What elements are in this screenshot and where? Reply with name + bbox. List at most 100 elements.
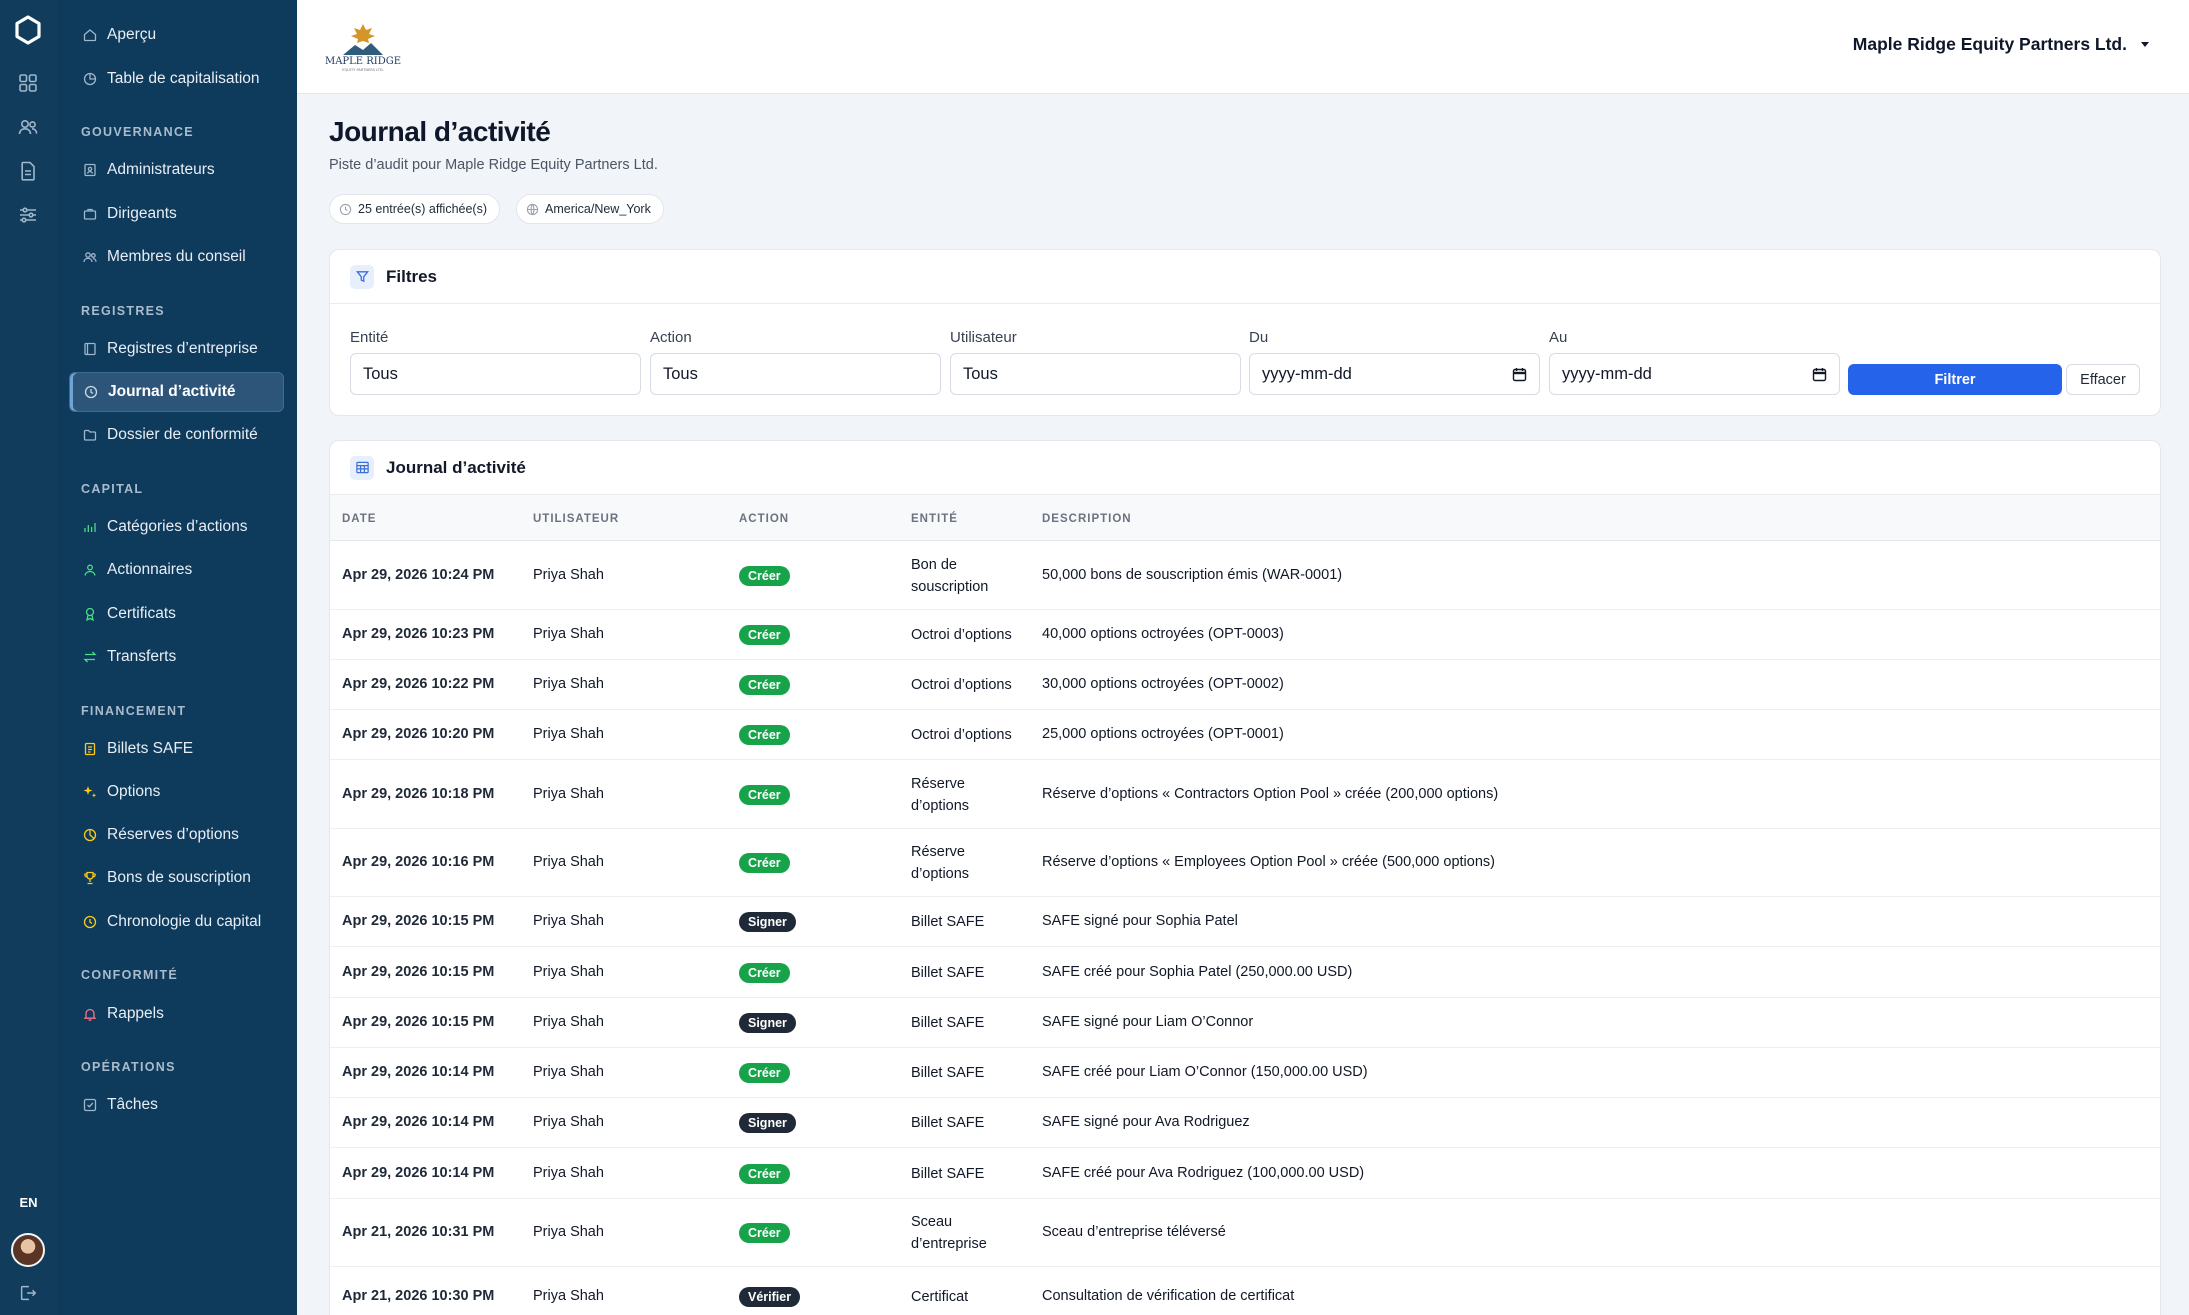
table-row[interactable]: Apr 29, 2026 10:20 PM Priya Shah Créer Octr… xyxy=(330,710,2160,760)
cell-user: Priya Shah xyxy=(533,676,604,692)
sidebar-item-label: Réserves d’options xyxy=(107,826,239,843)
page-title: Journal d’activité xyxy=(329,116,551,147)
calendar-icon[interactable] xyxy=(1512,367,1527,382)
sidebar-item-dirigeants[interactable]: Dirigeants xyxy=(69,194,284,234)
table-row[interactable]: Apr 21, 2026 10:31 PM Priya Shah Créer Scea… xyxy=(330,1199,2160,1267)
cell-date: Apr 29, 2026 10:14 PM xyxy=(342,1114,495,1130)
home-icon xyxy=(83,29,97,42)
table-card-header: Journal d’activité xyxy=(330,441,2160,495)
table-row[interactable]: Apr 21, 2026 10:30 PM Priya Shah Vérifier C… xyxy=(330,1267,2160,1315)
sidebar-item-taches[interactable]: Tâches xyxy=(69,1085,284,1125)
sidebar-item-registres-entreprise[interactable]: Registres d’entreprise xyxy=(69,329,284,369)
table-title: Journal d’activité xyxy=(386,457,526,477)
cell-user: Priya Shah xyxy=(533,726,604,742)
cell-date: Apr 29, 2026 10:15 PM xyxy=(342,913,495,929)
table-header: DATE UTILISATEUR ACTION ENTITÉ DESCRIPTI… xyxy=(330,495,2160,541)
cell-entity: Octroi d’options xyxy=(911,627,1012,643)
document-icon xyxy=(84,742,96,756)
sidebar-item-administrateurs[interactable]: Administrateurs xyxy=(69,150,284,190)
timezone-text: America/New_York xyxy=(545,202,651,216)
cell-description: SAFE signé pour Ava Rodriguez xyxy=(1042,1114,1250,1130)
sidebar-item-categories-actions[interactable]: Catégories d’actions xyxy=(69,507,284,547)
from-date-placeholder: yyyy-mm-dd xyxy=(1262,364,1352,383)
app-logo-icon[interactable] xyxy=(12,14,44,46)
topbar: MAPLE RIDGE EQUITY PARTNERS LTD. Maple R… xyxy=(297,0,2189,94)
cell-entity: Billet SAFE xyxy=(911,965,985,981)
table-row[interactable]: Apr 29, 2026 10:15 PM Priya Shah Signer Bil… xyxy=(330,897,2160,947)
cell-description: Réserve d’options « Employees Option Poo… xyxy=(1042,854,1495,870)
cell-entity: Réserve d’options xyxy=(911,776,970,814)
sidebar-item-actionnaires[interactable]: Actionnaires xyxy=(69,550,284,590)
people-icon[interactable] xyxy=(17,116,39,138)
company-logo[interactable]: MAPLE RIDGE EQUITY PARTNERS LTD. xyxy=(317,18,409,74)
table-row[interactable]: Apr 29, 2026 10:18 PM Priya Shah Créer Rése… xyxy=(330,760,2160,829)
column-header-entity[interactable]: ENTITÉ xyxy=(911,513,958,525)
logout-icon[interactable] xyxy=(18,1283,38,1303)
bell-icon xyxy=(83,1008,97,1021)
sidebar-item-apercu[interactable]: Aperçu xyxy=(69,15,284,55)
filter-button[interactable]: Filtrer xyxy=(1848,364,2062,395)
cell-user: Priya Shah xyxy=(533,1064,604,1080)
user-avatar[interactable] xyxy=(11,1233,45,1267)
cell-user: Priya Shah xyxy=(533,913,604,929)
cell-date: Apr 29, 2026 10:20 PM xyxy=(342,726,495,742)
calendar-icon[interactable] xyxy=(1812,367,1827,382)
activity-table-card: Journal d’activité DATE UTILISATEUR ACTI… xyxy=(329,440,2161,1315)
grid-icon[interactable] xyxy=(17,72,39,94)
cell-user: Priya Shah xyxy=(533,626,604,642)
file-icon[interactable] xyxy=(17,160,39,182)
sidebar-item-dossier-conformite[interactable]: Dossier de conformité xyxy=(69,415,284,455)
language-toggle[interactable]: EN xyxy=(0,1195,57,1210)
table-row[interactable]: Apr 29, 2026 10:14 PM Priya Shah Créer Bill… xyxy=(330,1148,2160,1199)
table-row[interactable]: Apr 29, 2026 10:16 PM Priya Shah Créer Rése… xyxy=(330,829,2160,897)
column-header-description[interactable]: DESCRIPTION xyxy=(1042,513,1132,525)
column-header-action[interactable]: ACTION xyxy=(739,513,789,525)
briefcase-icon xyxy=(83,208,97,220)
cell-description: 40,000 options octroyées (OPT-0003) xyxy=(1042,626,1284,642)
company-switcher[interactable]: Maple Ridge Equity Partners Ltd. xyxy=(1853,34,2149,55)
cell-description: 30,000 options octroyées (OPT-0002) xyxy=(1042,676,1284,692)
cell-date: Apr 21, 2026 10:31 PM xyxy=(342,1224,495,1240)
cell-user: Priya Shah xyxy=(533,1014,604,1030)
cell-date: Apr 29, 2026 10:24 PM xyxy=(342,567,495,583)
sidebar-item-certificats[interactable]: Certificats xyxy=(69,594,284,634)
sidebar-item-label: Certificats xyxy=(107,605,176,622)
table-row[interactable]: Apr 29, 2026 10:24 PM Priya Shah Créer Bon … xyxy=(330,541,2160,610)
table-row[interactable]: Apr 29, 2026 10:23 PM Priya Shah Créer Octr… xyxy=(330,610,2160,660)
column-header-date[interactable]: DATE xyxy=(342,513,376,525)
table-row[interactable]: Apr 29, 2026 10:14 PM Priya Shah Créer Bill… xyxy=(330,1048,2160,1098)
sidebar-item-rappels[interactable]: Rappels xyxy=(69,994,284,1034)
cell-description: SAFE créé pour Liam O’Connor (150,000.00… xyxy=(1042,1064,1368,1080)
sidebar-item-bons-souscription[interactable]: Bons de souscription xyxy=(69,858,284,898)
from-date-input[interactable]: yyyy-mm-dd xyxy=(1249,353,1540,395)
action-badge: Créer xyxy=(739,566,790,586)
pie-icon xyxy=(83,828,97,842)
table-row[interactable]: Apr 29, 2026 10:15 PM Priya Shah Signer Bil… xyxy=(330,998,2160,1048)
user-filter-select[interactable]: Tous xyxy=(950,353,1241,395)
sidebar-item-membres-conseil[interactable]: Membres du conseil xyxy=(69,237,284,277)
history-icon xyxy=(83,915,97,929)
table-row[interactable]: Apr 29, 2026 10:22 PM Priya Shah Créer Octr… xyxy=(330,660,2160,710)
sidebar-item-chronologie-capital[interactable]: Chronologie du capital xyxy=(69,902,284,942)
table-row[interactable]: Apr 29, 2026 10:14 PM Priya Shah Signer Bil… xyxy=(330,1098,2160,1148)
clear-button[interactable]: Effacer xyxy=(2066,364,2140,395)
to-date-input[interactable]: yyyy-mm-dd xyxy=(1549,353,1840,395)
cell-date: Apr 29, 2026 10:22 PM xyxy=(342,676,495,692)
sidebar-item-reserves-options[interactable]: Réserves d’options xyxy=(69,815,284,855)
action-badge: Créer xyxy=(739,1223,790,1243)
column-header-user[interactable]: UTILISATEUR xyxy=(533,513,619,525)
sparkle-icon xyxy=(83,786,97,798)
entity-filter-select[interactable]: Tous xyxy=(350,353,641,395)
sidebar-item-journal-activite[interactable]: Journal d’activité xyxy=(69,372,284,412)
table-row[interactable]: Apr 29, 2026 10:15 PM Priya Shah Créer Bill… xyxy=(330,947,2160,998)
sidebar-item-billets-safe[interactable]: Billets SAFE xyxy=(69,729,284,769)
action-badge: Signer xyxy=(739,1013,796,1033)
sidebar-item-transferts[interactable]: Transferts xyxy=(69,637,284,677)
entries-count-chip: 25 entrée(s) affichée(s) xyxy=(329,194,500,224)
action-filter-select[interactable]: Tous xyxy=(650,353,941,395)
sidebar-item-options[interactable]: Options xyxy=(69,772,284,812)
sliders-icon[interactable] xyxy=(17,204,39,226)
cell-date: Apr 29, 2026 10:15 PM xyxy=(342,1014,495,1030)
cell-user: Priya Shah xyxy=(533,1114,604,1130)
sidebar-item-cap-table[interactable]: Table de capitalisation xyxy=(69,59,284,99)
